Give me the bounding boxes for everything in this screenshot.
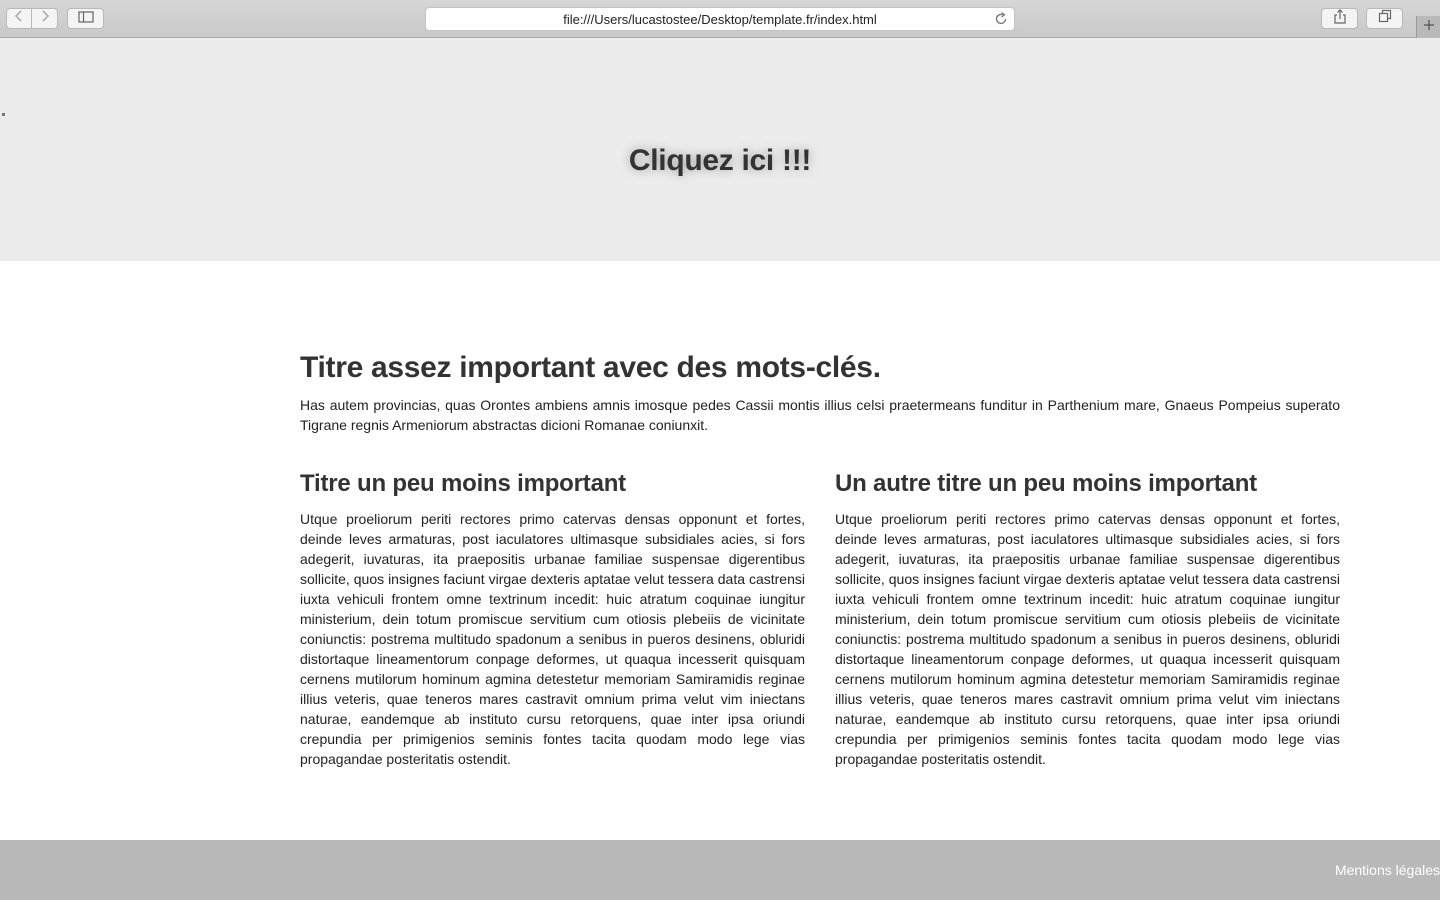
sidebar-toggle-button[interactable] — [67, 8, 104, 29]
column-left-title: Titre un peu moins important — [300, 470, 626, 497]
plus-icon — [1423, 18, 1435, 36]
legal-notice-link[interactable]: Mentions légales — [1335, 862, 1440, 878]
reload-icon[interactable] — [994, 11, 1008, 30]
new-tab-button[interactable] — [1416, 16, 1440, 38]
page-title: Titre assez important avec des mots-clés… — [300, 351, 881, 384]
chevron-right-icon — [40, 9, 50, 28]
show-tabs-button[interactable] — [1366, 8, 1403, 29]
column-left-text: Utque proeliorum periti rectores primo c… — [300, 511, 805, 767]
hero-banner: Cliquez ici !!! — [0, 38, 1440, 261]
chevron-left-icon — [14, 9, 24, 28]
hero-cta-link[interactable]: Cliquez ici !!! — [0, 144, 1440, 178]
url-text: file:///Users/lucastostee/Desktop/templa… — [563, 11, 877, 27]
address-bar[interactable]: file:///Users/lucastostee/Desktop/templa… — [425, 7, 1015, 31]
share-icon — [1333, 8, 1347, 29]
hero-marker — [2, 113, 5, 116]
column-left: Titre un peu moins important Utque proel… — [300, 469, 805, 769]
back-button[interactable] — [6, 8, 32, 29]
column-right-title: Un autre titre un peu moins important — [835, 470, 1257, 497]
main-content: Titre assez important avec des mots-clés… — [300, 350, 1340, 769]
intro-paragraph: Has autem provincias, quas Orontes ambie… — [300, 397, 1340, 433]
content-columns: Titre un peu moins important Utque proel… — [300, 469, 1340, 769]
forward-button[interactable] — [32, 8, 58, 29]
tabs-icon — [1378, 9, 1392, 28]
share-button[interactable] — [1321, 8, 1358, 29]
sidebar-icon — [77, 10, 94, 28]
column-right-text: Utque proeliorum periti rectores primo c… — [835, 511, 1340, 767]
page-footer: Mentions légales — [0, 840, 1440, 900]
browser-toolbar: file:///Users/lucastostee/Desktop/templa… — [0, 0, 1440, 38]
column-right: Un autre titre un peu moins important Ut… — [835, 469, 1340, 769]
